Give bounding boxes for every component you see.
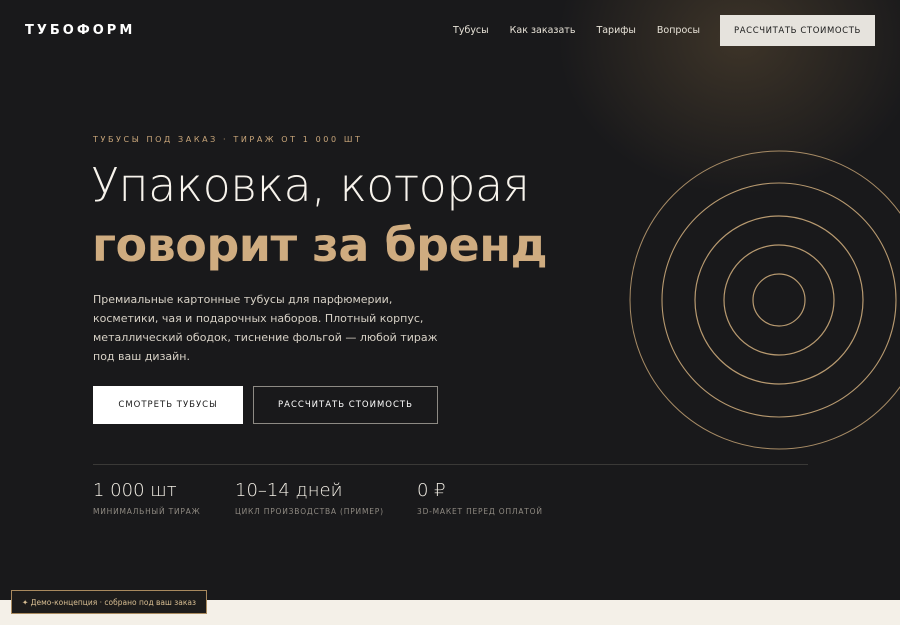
main-nav: Тубусы Как заказать Тарифы Вопросы: [432, 25, 700, 36]
concentric-rings-graphic: [629, 150, 900, 450]
ring-3: [694, 215, 864, 385]
calculate-cost-button[interactable]: РАССЧИТАТЬ СТОИМОСТЬ: [253, 386, 438, 424]
stat-value: 1 000 шт: [93, 480, 177, 501]
ring-1: [752, 273, 806, 327]
hero-eyebrow: ТУБУСЫ ПОД ЗАКАЗ · ТИРАЖ ОТ 1 000 ШТ: [93, 135, 363, 144]
logo[interactable]: ТУБОФОРМ: [25, 23, 135, 38]
demo-concept-badge[interactable]: ✦ Демо-концепция · собрано под ваш заказ: [11, 590, 207, 614]
stat-value: 10–14 дней: [235, 480, 343, 501]
nav-link-how-to-order[interactable]: Как заказать: [510, 25, 576, 36]
view-tubes-button[interactable]: СМОТРЕТЬ ТУБУСЫ: [93, 386, 243, 424]
nav-link-faq[interactable]: Вопросы: [657, 25, 700, 36]
hero-lead-text: Премиальные картонные тубусы для парфюме…: [93, 293, 438, 363]
ring-2: [723, 244, 835, 356]
ring-5: [629, 150, 900, 450]
nav-link-pricing[interactable]: Тарифы: [596, 25, 635, 36]
stat-value: 0 ₽: [417, 480, 446, 501]
hero-section: ТУБОФОРМ Тубусы Как заказать Тарифы Вопр…: [0, 0, 900, 600]
stat-label: МИНИМАЛЬНЫЙ ТИРАЖ: [93, 507, 201, 516]
stat-production-cycle: 10–14 дней ЦИКЛ ПРОИЗВОДСТВА (ПРИМЕР): [235, 480, 384, 516]
stat-min-run: 1 000 шт МИНИМАЛЬНЫЙ ТИРАЖ: [93, 480, 201, 516]
ring-4: [661, 182, 897, 418]
hero-headline-line1: Упаковка, которая: [91, 158, 530, 212]
nav-link-tubes[interactable]: Тубусы: [453, 25, 489, 36]
stats-divider: [93, 464, 808, 465]
stat-3d-mockup: 0 ₽ 3D-МАКЕТ ПЕРЕД ОПЛАТОЙ: [417, 480, 543, 516]
stat-label: ЦИКЛ ПРОИЗВОДСТВА (ПРИМЕР): [235, 507, 384, 516]
stat-label: 3D-МАКЕТ ПЕРЕД ОПЛАТОЙ: [417, 507, 543, 516]
header-calculate-button[interactable]: РАССЧИТАТЬ СТОИМОСТЬ: [720, 15, 875, 46]
hero-headline-line2: говорит за бренд: [92, 218, 548, 272]
